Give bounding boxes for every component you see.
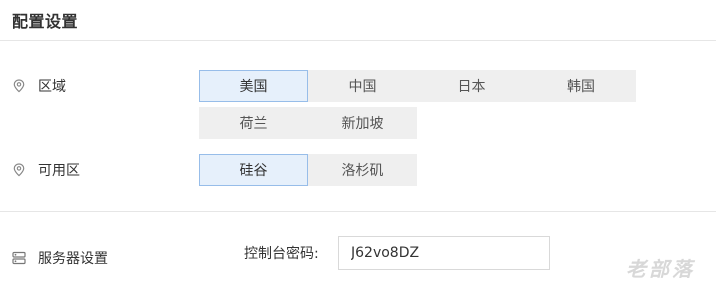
zone-option-silicon-valley[interactable]: 硅谷 [199, 154, 308, 186]
region-option-us[interactable]: 美国 [199, 70, 308, 102]
region-label: 区域 [38, 79, 66, 95]
location-pin-icon [12, 79, 26, 93]
region-option-kr[interactable]: 韩国 [526, 70, 636, 102]
console-password-input[interactable] [338, 236, 550, 270]
watermark-logo: 老部落 [626, 257, 695, 281]
location-pin-icon [12, 163, 26, 177]
console-password-label: 控制台密码: [244, 246, 319, 262]
zone-row-label: 可用区 [12, 160, 80, 180]
server-icon [12, 251, 26, 265]
server-settings-label: 服务器设置 [38, 251, 108, 267]
region-option-sg[interactable]: 新加坡 [308, 107, 417, 139]
page-title: 配置设置 [12, 12, 79, 31]
zone-option-los-angeles[interactable]: 洛杉矶 [308, 154, 417, 186]
region-option-nl[interactable]: 荷兰 [199, 107, 308, 139]
section-divider [0, 211, 716, 212]
title-divider [0, 40, 716, 41]
region-option-jp[interactable]: 日本 [417, 70, 526, 102]
region-row-label: 区域 [12, 76, 66, 96]
zone-label: 可用区 [38, 163, 80, 179]
region-option-cn[interactable]: 中国 [308, 70, 417, 102]
server-row-label: 服务器设置 [12, 248, 108, 268]
